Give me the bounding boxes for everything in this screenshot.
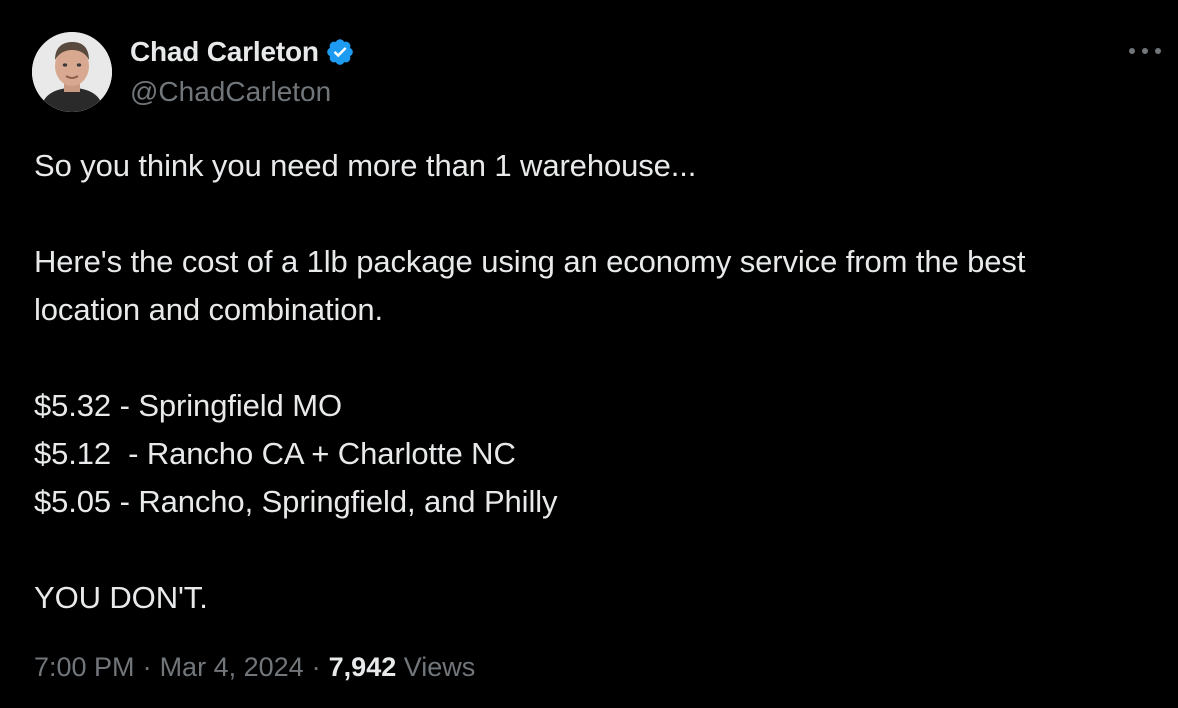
- tweet-text-line: $5.12 - Rancho CA + Charlotte NC: [34, 436, 516, 471]
- avatar-image: [32, 32, 112, 112]
- author-handle[interactable]: @ChadCarleton: [130, 76, 331, 108]
- avatar[interactable]: [32, 32, 112, 112]
- views-label[interactable]: Views: [404, 652, 476, 683]
- author-name-row: Chad Carleton: [130, 36, 355, 68]
- author-display-name[interactable]: Chad Carleton: [130, 36, 319, 68]
- tweet-time[interactable]: 7:00 PM: [34, 652, 135, 683]
- views-count[interactable]: 7,942: [329, 652, 397, 683]
- tweet-text: So you think you need more than 1 wareho…: [34, 142, 1164, 622]
- tweet-meta: 7:00 PM · Mar 4, 2024 · 7,942 Views: [34, 652, 475, 683]
- tweet-text-line: $5.05 - Rancho, Springfield, and Philly: [34, 484, 558, 519]
- tweet-text-line: [34, 190, 1164, 238]
- tweet-text-line: $5.32 - Springfield MO: [34, 388, 342, 423]
- tweet-date[interactable]: Mar 4, 2024: [160, 652, 304, 683]
- verified-badge-icon[interactable]: [325, 37, 355, 67]
- tweet-text-line: So you think you need more than 1 wareho…: [34, 148, 697, 183]
- tweet-text-line: [34, 526, 1164, 574]
- tweet-text-line: Here's the cost of a 1lb package using a…: [34, 244, 1026, 279]
- tweet-text-line: [34, 334, 1164, 382]
- tweet: Chad Carleton @ChadCarleton So you think…: [0, 0, 1178, 708]
- meta-separator: ·: [142, 652, 152, 682]
- tweet-text-line: YOU DON'T.: [34, 580, 208, 615]
- more-options-icon[interactable]: [1126, 38, 1164, 64]
- meta-separator: ·: [311, 652, 321, 682]
- tweet-text-line: location and combination.: [34, 292, 384, 327]
